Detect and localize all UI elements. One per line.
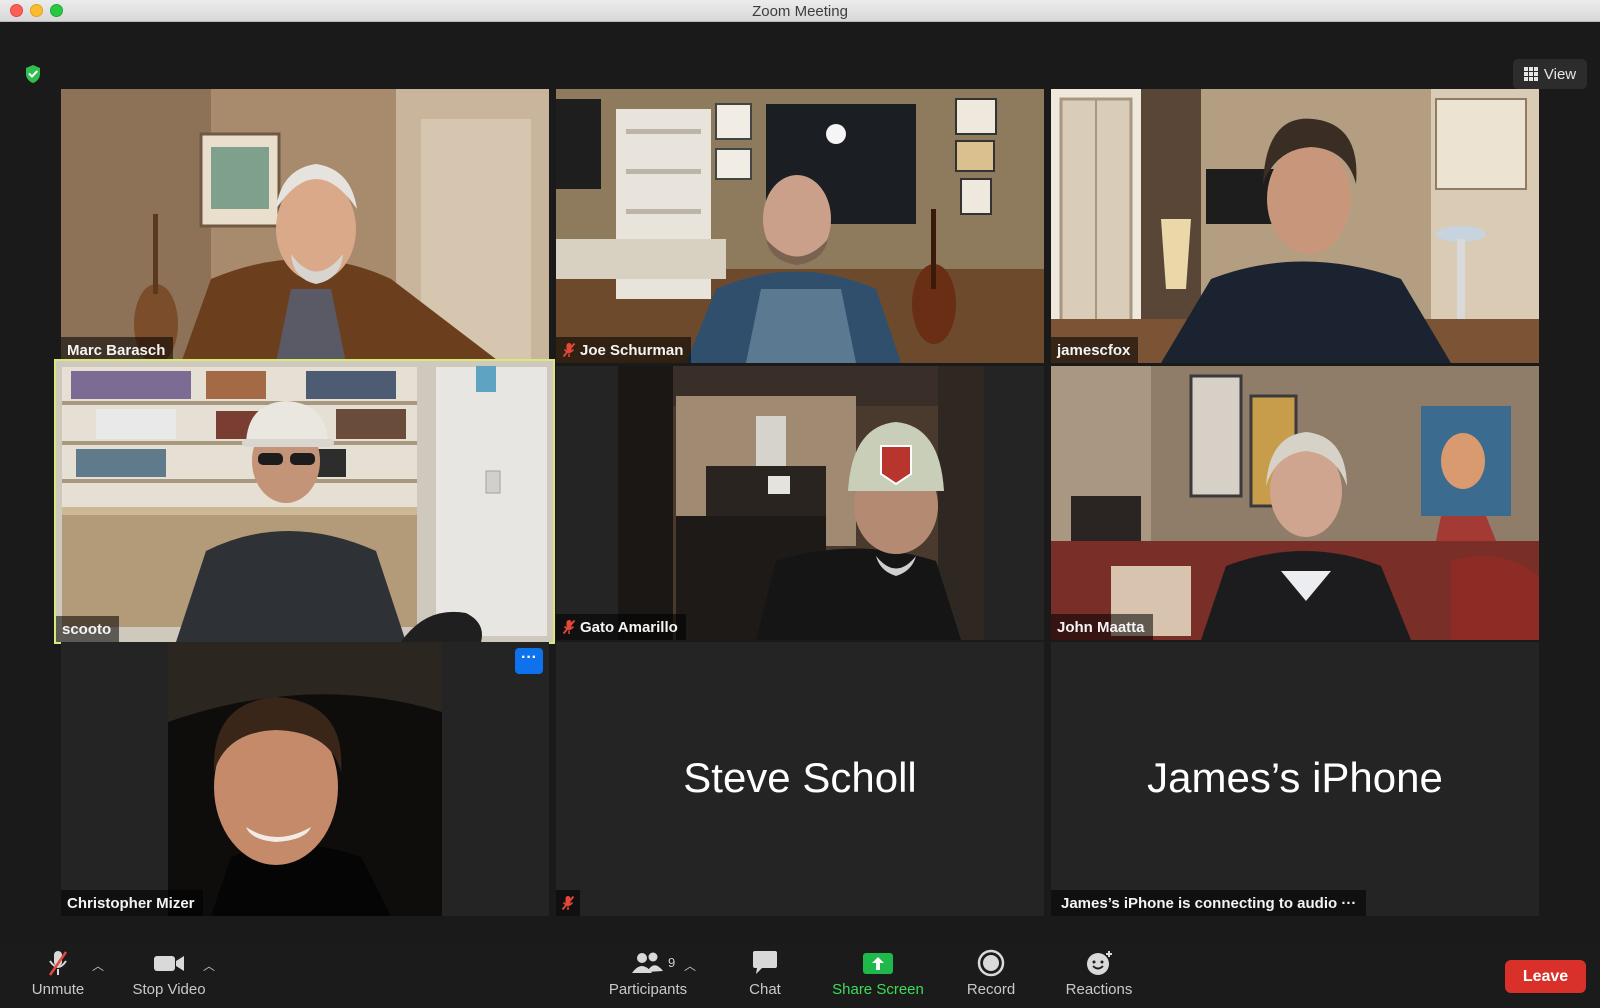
participant-name-display: James’s iPhone xyxy=(1147,754,1443,801)
share-screen-icon xyxy=(863,953,893,974)
participant-name-tag: Christopher Mizer xyxy=(61,890,203,916)
video-tile-steve-scholl[interactable]: Steve Scholl xyxy=(556,642,1044,916)
microphone-muted-icon xyxy=(48,951,68,976)
chat-bubble-icon xyxy=(753,951,777,974)
more-options-button[interactable]: ··· xyxy=(515,648,543,674)
reactions-button[interactable]: Reactions xyxy=(1057,949,1141,1005)
video-tile-christopher-mizer[interactable]: ··· Christopher Mizer xyxy=(61,642,549,916)
microphone-muted-icon xyxy=(561,895,575,911)
participant-name-display: Steve Scholl xyxy=(683,754,917,801)
participants-options-caret[interactable]: ︿ xyxy=(684,957,696,974)
participant-name: scooto xyxy=(62,620,112,638)
window-title: Zoom Meeting xyxy=(752,3,848,20)
participant-name-tag: John Maatta xyxy=(1051,614,1153,640)
video-options-caret[interactable]: ︿ xyxy=(203,957,215,974)
participant-name: jamescfox xyxy=(1057,341,1131,359)
video-tile-james-iphone[interactable]: James’s iPhone James’s iPhone is connect… xyxy=(1051,642,1539,916)
unmute-button[interactable]: Unmute xyxy=(26,949,90,1005)
participant-video xyxy=(1051,89,1539,363)
title-bar: Zoom Meeting xyxy=(0,0,1600,22)
participant-video xyxy=(61,642,549,916)
participant-name-tag: Marc Barasch xyxy=(61,337,174,363)
participant-name-tag: Gato Amarillo xyxy=(556,614,686,640)
video-tile-scooto[interactable]: scooto xyxy=(54,359,555,644)
participant-name-tag: Joe Schurman xyxy=(556,337,692,363)
meeting-toolbar: Unmute ︿ Stop Video ︿ Participants 9 ︿ C… xyxy=(0,943,1600,1008)
participant-video xyxy=(556,366,1044,640)
participant-video xyxy=(556,89,1044,363)
stop-video-button[interactable]: Stop Video xyxy=(126,949,212,1005)
microphone-muted-icon xyxy=(562,619,576,635)
video-tile-jamescfox[interactable]: jamescfox xyxy=(1051,89,1539,363)
participants-count: 9 xyxy=(668,955,676,970)
participants-icon xyxy=(632,952,663,973)
view-button[interactable]: View xyxy=(1513,59,1587,89)
record-icon xyxy=(977,949,1005,977)
participant-name: Joe Schurman xyxy=(580,341,684,359)
share-screen-button[interactable]: Share Screen xyxy=(823,949,933,1005)
video-stage: View Marc Barasch Joe Schurman jamescfox… xyxy=(0,23,1600,943)
participant-name: John Maatta xyxy=(1057,618,1145,636)
chat-button[interactable]: Chat xyxy=(730,949,800,1005)
shield-icon[interactable] xyxy=(24,64,42,84)
participant-name: Marc Barasch xyxy=(67,341,166,359)
participants-button[interactable]: Participants xyxy=(598,949,698,1005)
participant-video xyxy=(56,361,553,642)
participant-name-tag: scooto xyxy=(56,616,120,642)
smiley-icon xyxy=(1087,951,1112,975)
participant-name-tag: jamescfox xyxy=(1051,337,1139,363)
video-camera-icon xyxy=(154,956,184,971)
participant-name-tag: James’s iPhone is connecting to audio ··… xyxy=(1051,890,1367,916)
leave-meeting-button[interactable]: Leave xyxy=(1505,960,1586,993)
participant-name: Gato Amarillo xyxy=(580,618,678,636)
microphone-muted-icon xyxy=(562,342,576,358)
grid-icon xyxy=(1523,67,1538,81)
participant-video xyxy=(1051,366,1539,640)
view-label: View xyxy=(1543,65,1577,83)
video-tile-gato-amarillo[interactable]: Gato Amarillo xyxy=(556,366,1044,640)
video-tile-joe-schurman[interactable]: Joe Schurman xyxy=(556,89,1044,363)
video-tile-marc-barasch[interactable]: Marc Barasch xyxy=(61,89,549,363)
participant-video xyxy=(61,89,549,363)
video-tile-john-maatta[interactable]: John Maatta xyxy=(1051,366,1539,640)
participant-name: Christopher Mizer xyxy=(67,894,195,912)
record-button[interactable]: Record xyxy=(956,949,1026,1005)
audio-connecting-status: James’s iPhone is connecting to audio ··… xyxy=(1061,894,1357,912)
participant-name-tag xyxy=(556,890,580,916)
audio-options-caret[interactable]: ︿ xyxy=(92,957,104,974)
